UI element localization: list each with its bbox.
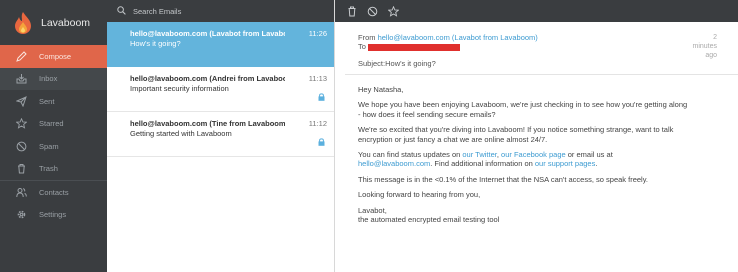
received-time-suffix: ago <box>705 52 717 59</box>
sidebar-item-sent[interactable]: Sent <box>0 90 107 113</box>
email-body: Hey Natasha, We hope you have been enjoy… <box>358 85 688 224</box>
facebook-link[interactable]: our Facebook page <box>501 150 566 159</box>
sidebar-item-contacts[interactable]: Contacts <box>0 181 107 204</box>
sidebar-item-label: Compose <box>39 51 72 61</box>
ban-icon <box>16 141 27 152</box>
from-row: From hello@lavaboom.com (Lavabot from La… <box>358 33 738 42</box>
sidebar-item-label: Spam <box>39 141 59 151</box>
sidebar-item-spam[interactable]: Spam <box>0 135 107 158</box>
sidebar-item-label: Settings <box>39 210 67 220</box>
header-divider <box>345 74 738 75</box>
mail-sender: hello@lavaboom.com (Andrei from Lavaboom… <box>130 74 285 83</box>
body-paragraph: We hope you have been enjoying Lavaboom,… <box>358 100 688 119</box>
email-header: From hello@lavaboom.com (Lavabot from La… <box>358 33 738 68</box>
mail-list-pane: hello@lavaboom.com (Lavabot from Lavaboo… <box>107 0 335 272</box>
sidebar-item-label: Inbox <box>39 74 58 84</box>
body-text: You can find status updates on <box>358 150 463 160</box>
search-bar <box>107 0 334 22</box>
reading-pane: From hello@lavaboom.com (Lavabot from La… <box>335 0 738 272</box>
subject-label: Subject <box>358 59 384 68</box>
pencil-icon <box>16 51 27 62</box>
sidebar-item-starred[interactable]: Starred <box>0 113 107 136</box>
to-label: To <box>358 42 366 51</box>
trash-icon[interactable] <box>345 5 358 18</box>
mail-subject: Important security information <box>130 84 229 93</box>
mail-time: 11:26 <box>308 29 327 38</box>
sidebar-item-label: Contacts <box>39 187 69 197</box>
from-label: From <box>358 33 376 42</box>
app-logo[interactable]: Lavaboom <box>0 0 107 45</box>
star-icon[interactable] <box>387 5 400 18</box>
received-time-value: 2 <box>713 34 717 41</box>
sidebar-item-label: Sent <box>39 96 55 106</box>
sidebar-item-label: Trash <box>39 164 58 174</box>
signature-line: Lavabot, <box>358 205 387 215</box>
paper-plane-icon <box>16 95 27 107</box>
sidebar: Lavaboom Compose Inbox Sent Starred Spam <box>0 0 107 272</box>
gear-icon <box>16 209 27 220</box>
trash-icon <box>16 163 27 174</box>
lock-icon <box>318 138 325 146</box>
search-input[interactable] <box>133 6 313 16</box>
ban-icon[interactable] <box>366 5 379 18</box>
body-text: . Find additional information on <box>430 159 535 169</box>
body-paragraph: You can find status updates on our Twitt… <box>358 150 688 169</box>
mail-time: 11:13 <box>308 74 327 83</box>
redacted-recipient <box>367 43 460 51</box>
signature-line: the automated encrypted email testing to… <box>358 215 500 225</box>
sidebar-item-trash[interactable]: Trash <box>0 158 107 181</box>
mail-list-item[interactable]: hello@lavaboom.com (Lavabot from Lavaboo… <box>107 22 334 67</box>
greeting: Hey Natasha, <box>358 85 404 94</box>
mail-sender: hello@lavaboom.com (Lavabot from Lavaboo… <box>130 29 285 38</box>
mail-list-item[interactable]: hello@lavaboom.com (Andrei from Lavaboom… <box>107 67 334 112</box>
inbox-icon <box>16 73 27 84</box>
mail-sender: hello@lavaboom.com (Tine from Lavaboom) <box>130 119 285 128</box>
mail-time: 11:12 <box>308 119 327 128</box>
received-time: 2 minutes ago <box>689 33 717 60</box>
body-paragraph: This message is in the <0.1% of the Inte… <box>358 174 648 184</box>
body-text: or email us at <box>565 150 613 160</box>
mail-subject: How's it going? <box>130 39 181 48</box>
lock-icon <box>318 93 325 101</box>
mail-list-item[interactable]: hello@lavaboom.com (Tine from Lavaboom) … <box>107 112 334 157</box>
body-paragraph: We're so excited that you're diving into… <box>358 125 674 144</box>
to-row: To <box>358 42 738 51</box>
search-icon[interactable] <box>117 5 126 17</box>
received-time-unit: minutes <box>692 43 717 50</box>
twitter-link[interactable]: our Twitter <box>462 150 496 159</box>
contacts-icon <box>16 187 27 198</box>
subject-value: How's it going? <box>385 59 436 68</box>
subject-row: Subject:How's it going? <box>358 59 738 68</box>
sidebar-item-inbox[interactable]: Inbox <box>0 67 107 90</box>
sidebar-item-label: Starred <box>39 119 64 129</box>
from-address-link[interactable]: hello@lavaboom.com (Lavabot from Lavaboo… <box>378 33 538 42</box>
lavaboom-logo-icon <box>15 11 31 34</box>
email-link[interactable]: hello@lavaboom.com <box>358 159 430 168</box>
app-name: Lavaboom <box>41 16 91 29</box>
body-text: . <box>595 159 598 169</box>
mail-subject: Getting started with Lavaboom <box>130 129 232 138</box>
sidebar-item-compose[interactable]: Compose <box>0 45 107 68</box>
star-icon <box>16 118 27 129</box>
body-paragraph: Looking forward to hearing from you, <box>358 190 481 200</box>
sidebar-item-settings[interactable]: Settings <box>0 204 107 227</box>
support-link[interactable]: our support pages <box>535 159 595 168</box>
reader-toolbar <box>335 0 738 22</box>
